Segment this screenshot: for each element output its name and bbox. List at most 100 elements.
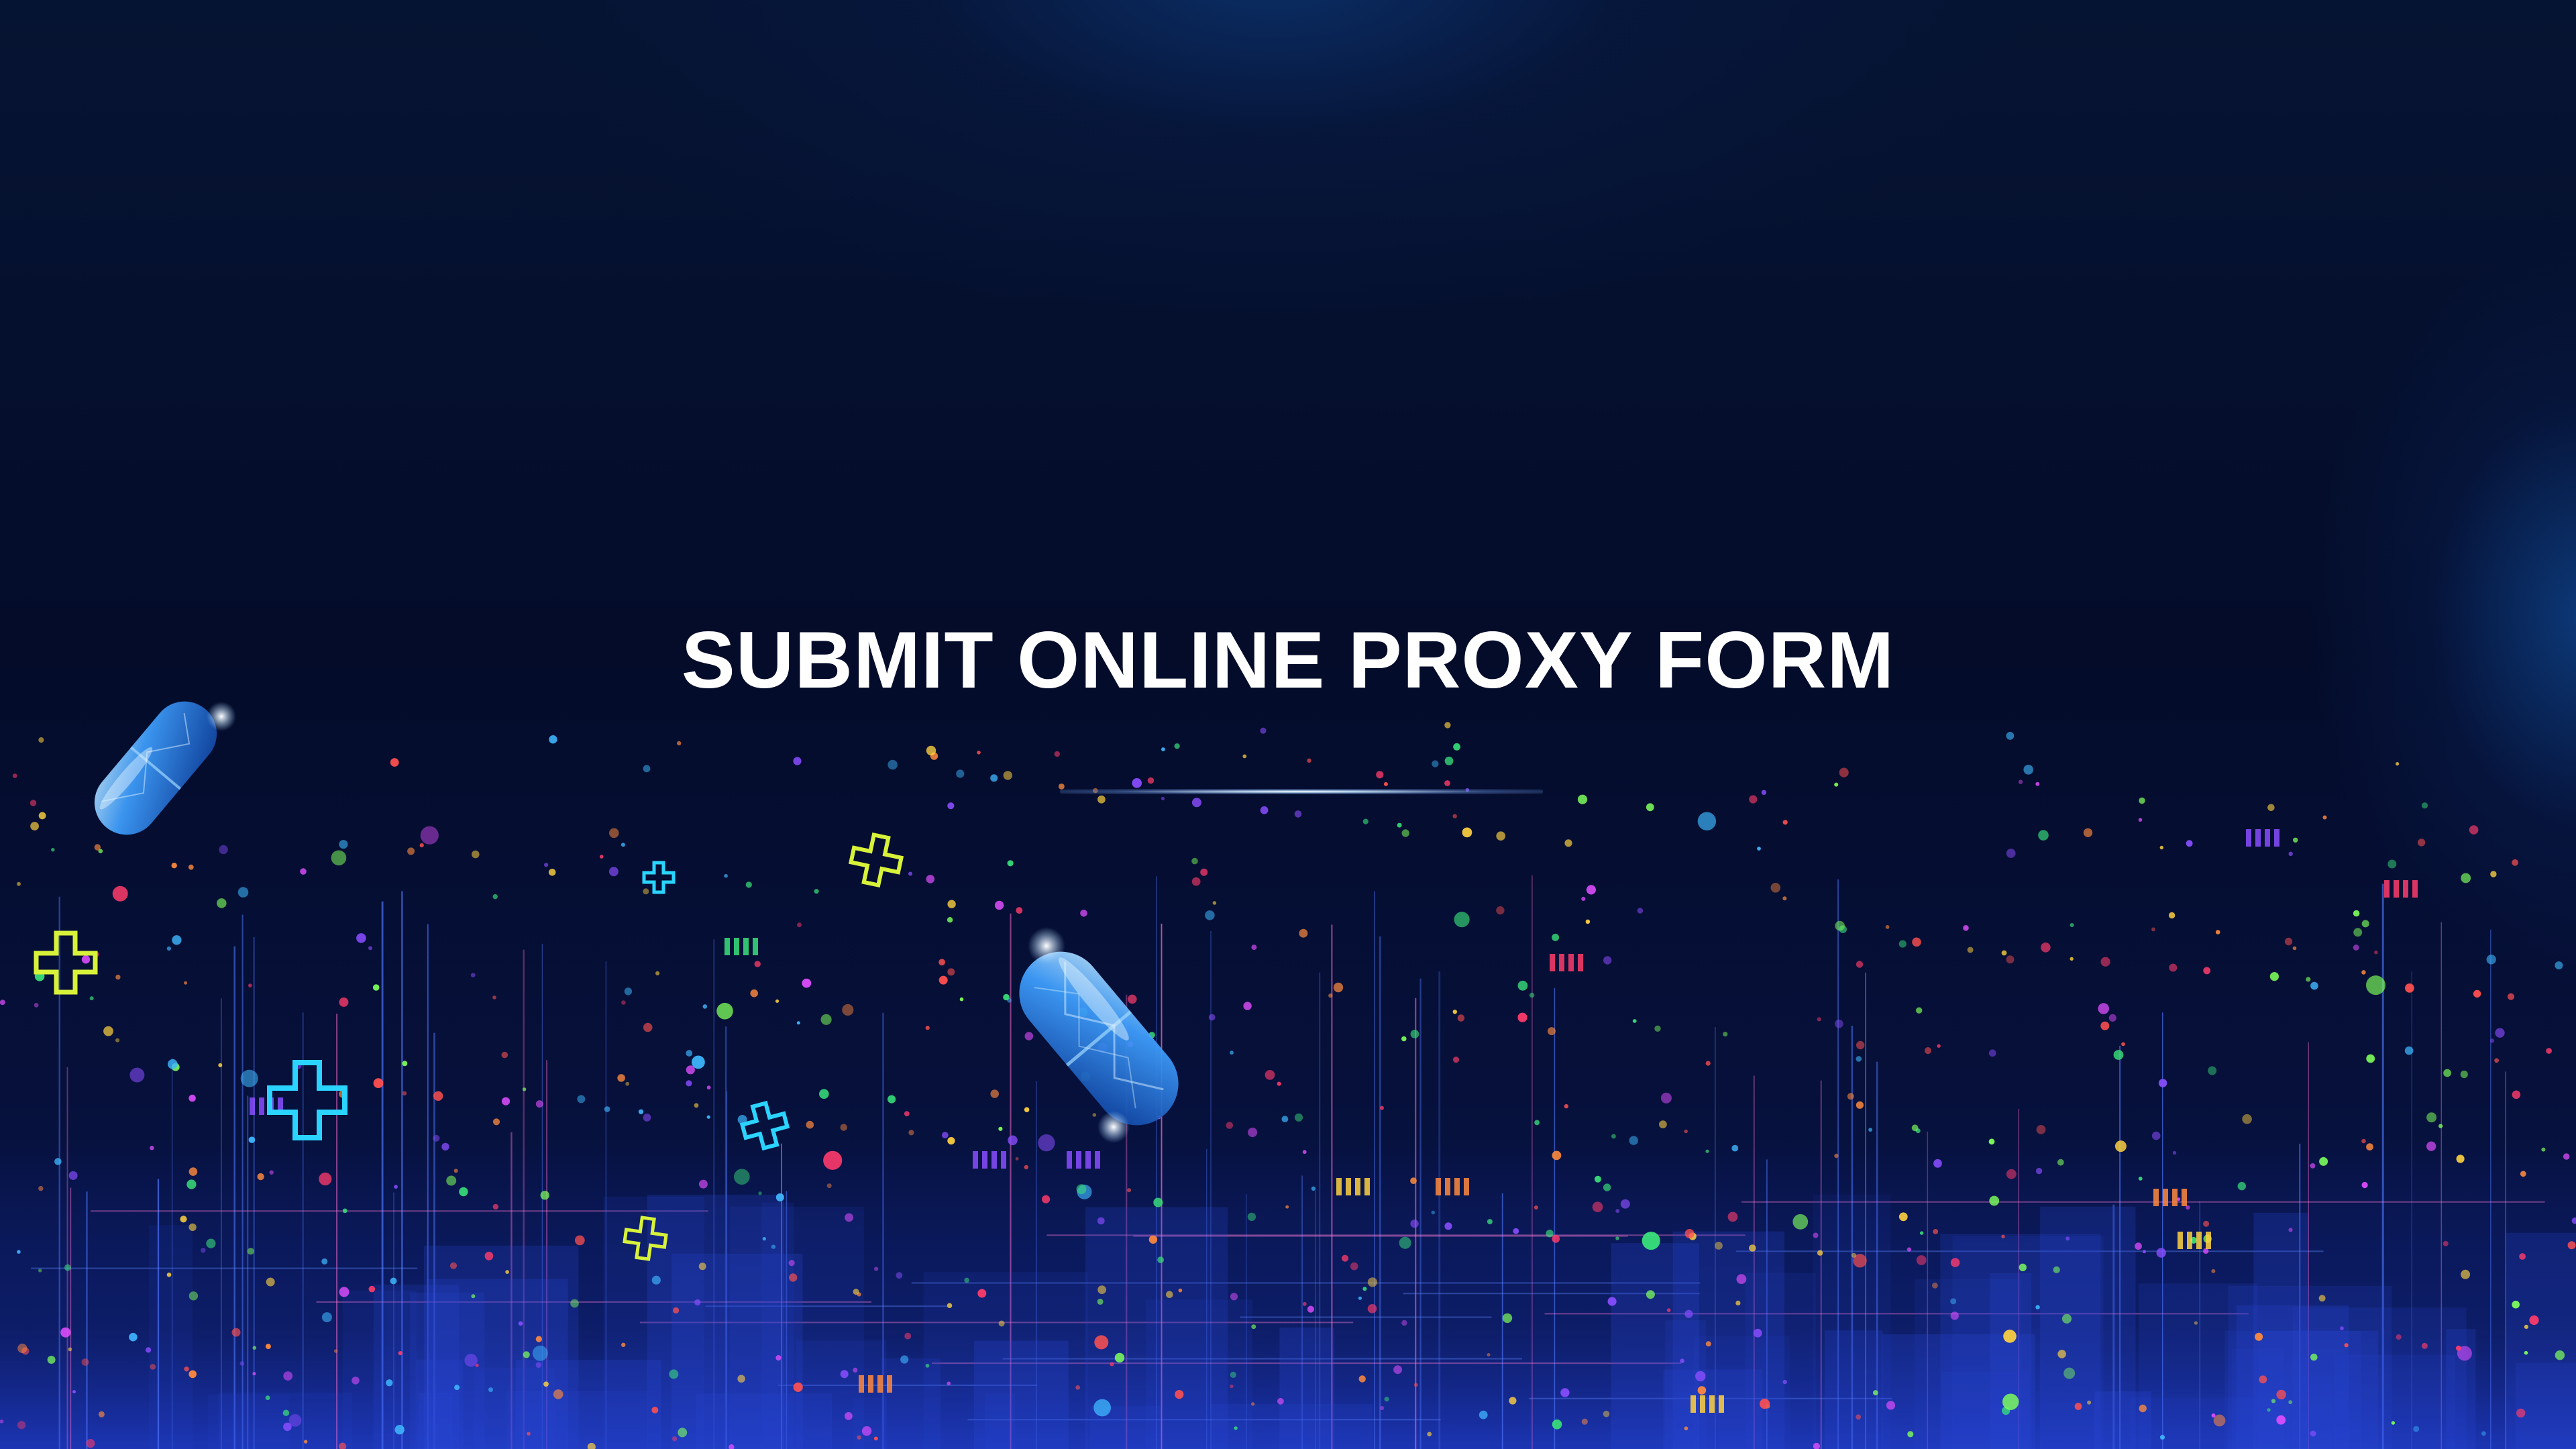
particle-dot: [2113, 1050, 2124, 1060]
particle-dot: [1200, 868, 1208, 876]
particle-dot: [1333, 982, 1344, 993]
equalizer-bar: [1095, 1151, 1100, 1169]
particle-dot: [535, 1362, 542, 1368]
particle-dot: [1401, 1320, 1407, 1326]
particle-dot: [219, 845, 228, 855]
particle-dot: [2001, 950, 2007, 956]
particle-dot: [1615, 1236, 1619, 1240]
particle-dot: [750, 989, 758, 998]
particle-dot: [1761, 790, 1767, 796]
particle-dot: [372, 984, 380, 991]
particle-dot: [1723, 1032, 1728, 1037]
particle-dot: [54, 1158, 62, 1165]
particle-dot: [2139, 797, 2145, 804]
particle-dot: [1384, 1397, 1389, 1402]
particle-dot: [1856, 1056, 1862, 1062]
particle-dot: [1564, 839, 1572, 847]
particle-dot: [1178, 1288, 1183, 1293]
particle-dot: [492, 1203, 498, 1210]
equalizer-bar: [2255, 829, 2261, 847]
particle-dot: [252, 1372, 256, 1376]
particle-dot: [98, 1411, 105, 1417]
particle-dot: [2417, 839, 2426, 847]
particle-dot: [1362, 818, 1368, 824]
particle-dot: [2426, 1141, 2436, 1151]
particle-dot: [1736, 1274, 1747, 1285]
particle-dot: [1307, 1305, 1314, 1313]
particle-dot: [857, 1435, 861, 1440]
particle-dot: [1462, 827, 1472, 838]
particle-dot: [2139, 1404, 2147, 1413]
particle-dot: [68, 1347, 72, 1352]
particle-dot: [30, 800, 37, 806]
particle-dot: [1592, 1201, 1603, 1212]
particle-dot: [2003, 1330, 2017, 1343]
particle-dot: [2374, 950, 2378, 955]
city-block: [923, 1272, 1088, 1449]
glint: [1097, 1111, 1130, 1143]
particle-dot: [941, 1132, 949, 1138]
particle-dot: [1898, 940, 1907, 948]
particle-dot: [420, 826, 439, 845]
particle-dot: [252, 1346, 257, 1350]
particle-dot: [1248, 1127, 1258, 1138]
particle-dot: [1782, 820, 1788, 825]
particle-dot: [947, 802, 955, 810]
equalizer-bar: [1550, 954, 1555, 971]
particle-dot: [2168, 912, 2176, 919]
particle-dot: [2353, 928, 2363, 937]
particle-dot: [1560, 1388, 1570, 1397]
particle-dot: [2461, 873, 2471, 883]
particle-dot: [2186, 840, 2193, 847]
particle-dot: [394, 1185, 398, 1189]
particle-dot: [2391, 1421, 2396, 1425]
particle-dot: [1376, 771, 1384, 779]
particle-dot: [549, 735, 557, 744]
particle-dot: [2203, 1220, 2210, 1227]
particle-dot: [1513, 1228, 1519, 1234]
particle-dot: [840, 1124, 847, 1131]
particle-dot: [1410, 1030, 1419, 1038]
particle-dot: [269, 1170, 274, 1175]
particle-dot: [1950, 1298, 1957, 1305]
particle-dot: [1265, 1070, 1275, 1080]
particle-dot: [793, 1382, 803, 1392]
particle-dot: [368, 946, 372, 951]
particle-dot: [672, 1436, 678, 1442]
particle-dot: [535, 1336, 542, 1342]
particle-dot: [1684, 1229, 1695, 1238]
particle-dot: [2121, 1042, 2125, 1046]
particle-dot: [1697, 812, 1717, 830]
particle-dot: [842, 1004, 854, 1016]
particle-dot: [89, 996, 94, 1001]
particle-dot: [1496, 831, 1505, 841]
particle-dot: [1659, 1120, 1667, 1128]
particle-dot: [505, 1270, 509, 1274]
equalizer-bar: [2246, 829, 2251, 847]
particle-dot: [112, 885, 128, 902]
particle-dot: [2293, 837, 2298, 843]
particle-dot: [1007, 860, 1014, 867]
particle-dot: [925, 1363, 930, 1368]
particle-dot: [2065, 1236, 2070, 1241]
particle-dot: [2057, 1159, 2064, 1166]
particle-dot: [150, 1146, 154, 1150]
particle-dot: [184, 1366, 189, 1372]
particle-dot: [802, 978, 812, 988]
particle-dot: [1577, 794, 1588, 804]
particle-dot: [1916, 1007, 1923, 1014]
particle-dot: [1950, 1258, 1960, 1267]
particle-dot: [2114, 1140, 2127, 1152]
particle-dot: [643, 1022, 653, 1032]
particle-dot: [248, 1136, 256, 1143]
equalizer-bar: [2187, 1232, 2192, 1249]
particle-dot: [1148, 1235, 1158, 1244]
particle-dot: [2366, 1054, 2375, 1063]
particle-dot: [1534, 1120, 1540, 1126]
particle-dot: [2438, 1124, 2443, 1128]
particle-dot: [189, 1167, 198, 1176]
particle-dot: [904, 1332, 912, 1340]
particle-dot: [1260, 727, 1267, 734]
particle-dot: [1075, 1385, 1081, 1390]
particle-dot: [621, 1000, 626, 1005]
